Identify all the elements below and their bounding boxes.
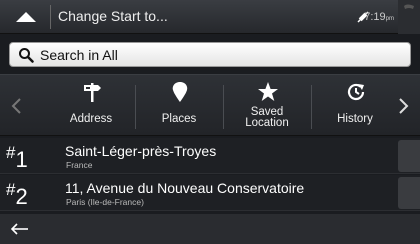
result-row[interactable]: #2 11, Avenue du Nouveau Conservatoire P…: [0, 175, 420, 211]
result-name: 11, Avenue du Nouveau Conservatoire: [65, 180, 305, 196]
result-region: France: [66, 160, 93, 170]
category-history[interactable]: History: [312, 75, 398, 137]
map-pin-icon: [172, 82, 188, 102]
divider: [50, 5, 51, 29]
scroll-left-button[interactable]: [0, 75, 32, 137]
star-icon: [258, 82, 278, 101]
bottom-bar: [0, 214, 420, 244]
rank-number: 1: [15, 147, 28, 172]
category-address[interactable]: Address: [48, 75, 134, 137]
rank-number: 2: [15, 184, 28, 209]
category-saved-location[interactable]: Saved Location: [224, 75, 310, 137]
triangle-up-icon: [16, 12, 36, 22]
category-label: History: [337, 113, 373, 125]
result-name: Saint-Léger-près-Troyes: [65, 143, 217, 159]
arrow-left-icon: [10, 223, 28, 235]
category-label: Places: [161, 113, 197, 125]
history-icon: [347, 83, 365, 101]
top-bar: Change Start to... 7:19pm: [0, 0, 420, 34]
result-row[interactable]: #1 Saint-Léger-près-Troyes France: [0, 138, 420, 174]
page-title: Change Start to...: [58, 8, 168, 24]
phone-icon[interactable]: [398, 0, 420, 34]
result-action-button[interactable]: [398, 177, 420, 209]
result-region: Paris (Ile-de-France): [66, 197, 144, 207]
status-area: 7:19pm: [330, 0, 420, 34]
scroll-right-button[interactable]: [388, 75, 420, 137]
clock-time: 7:19: [364, 11, 386, 23]
signpost-icon: [84, 83, 101, 102]
result-rank: #1: [6, 141, 28, 172]
clock: 7:19pm: [364, 11, 394, 23]
collapse-button[interactable]: [10, 6, 42, 28]
category-label-line2: Location: [245, 117, 289, 129]
chevron-left-icon: [11, 98, 21, 114]
result-action-button[interactable]: [398, 140, 420, 172]
search-input[interactable]: Search in All: [9, 42, 411, 67]
result-rank: #2: [6, 178, 28, 209]
search-placeholder: Search in All: [40, 47, 118, 63]
category-bar: Address Places Saved Location History: [0, 74, 420, 136]
chevron-right-icon: [399, 98, 409, 114]
search-icon: [19, 48, 34, 63]
category-label: Address: [69, 113, 113, 125]
back-button[interactable]: [6, 218, 34, 240]
category-places[interactable]: Places: [136, 75, 222, 137]
clock-ampm: pm: [385, 16, 394, 22]
